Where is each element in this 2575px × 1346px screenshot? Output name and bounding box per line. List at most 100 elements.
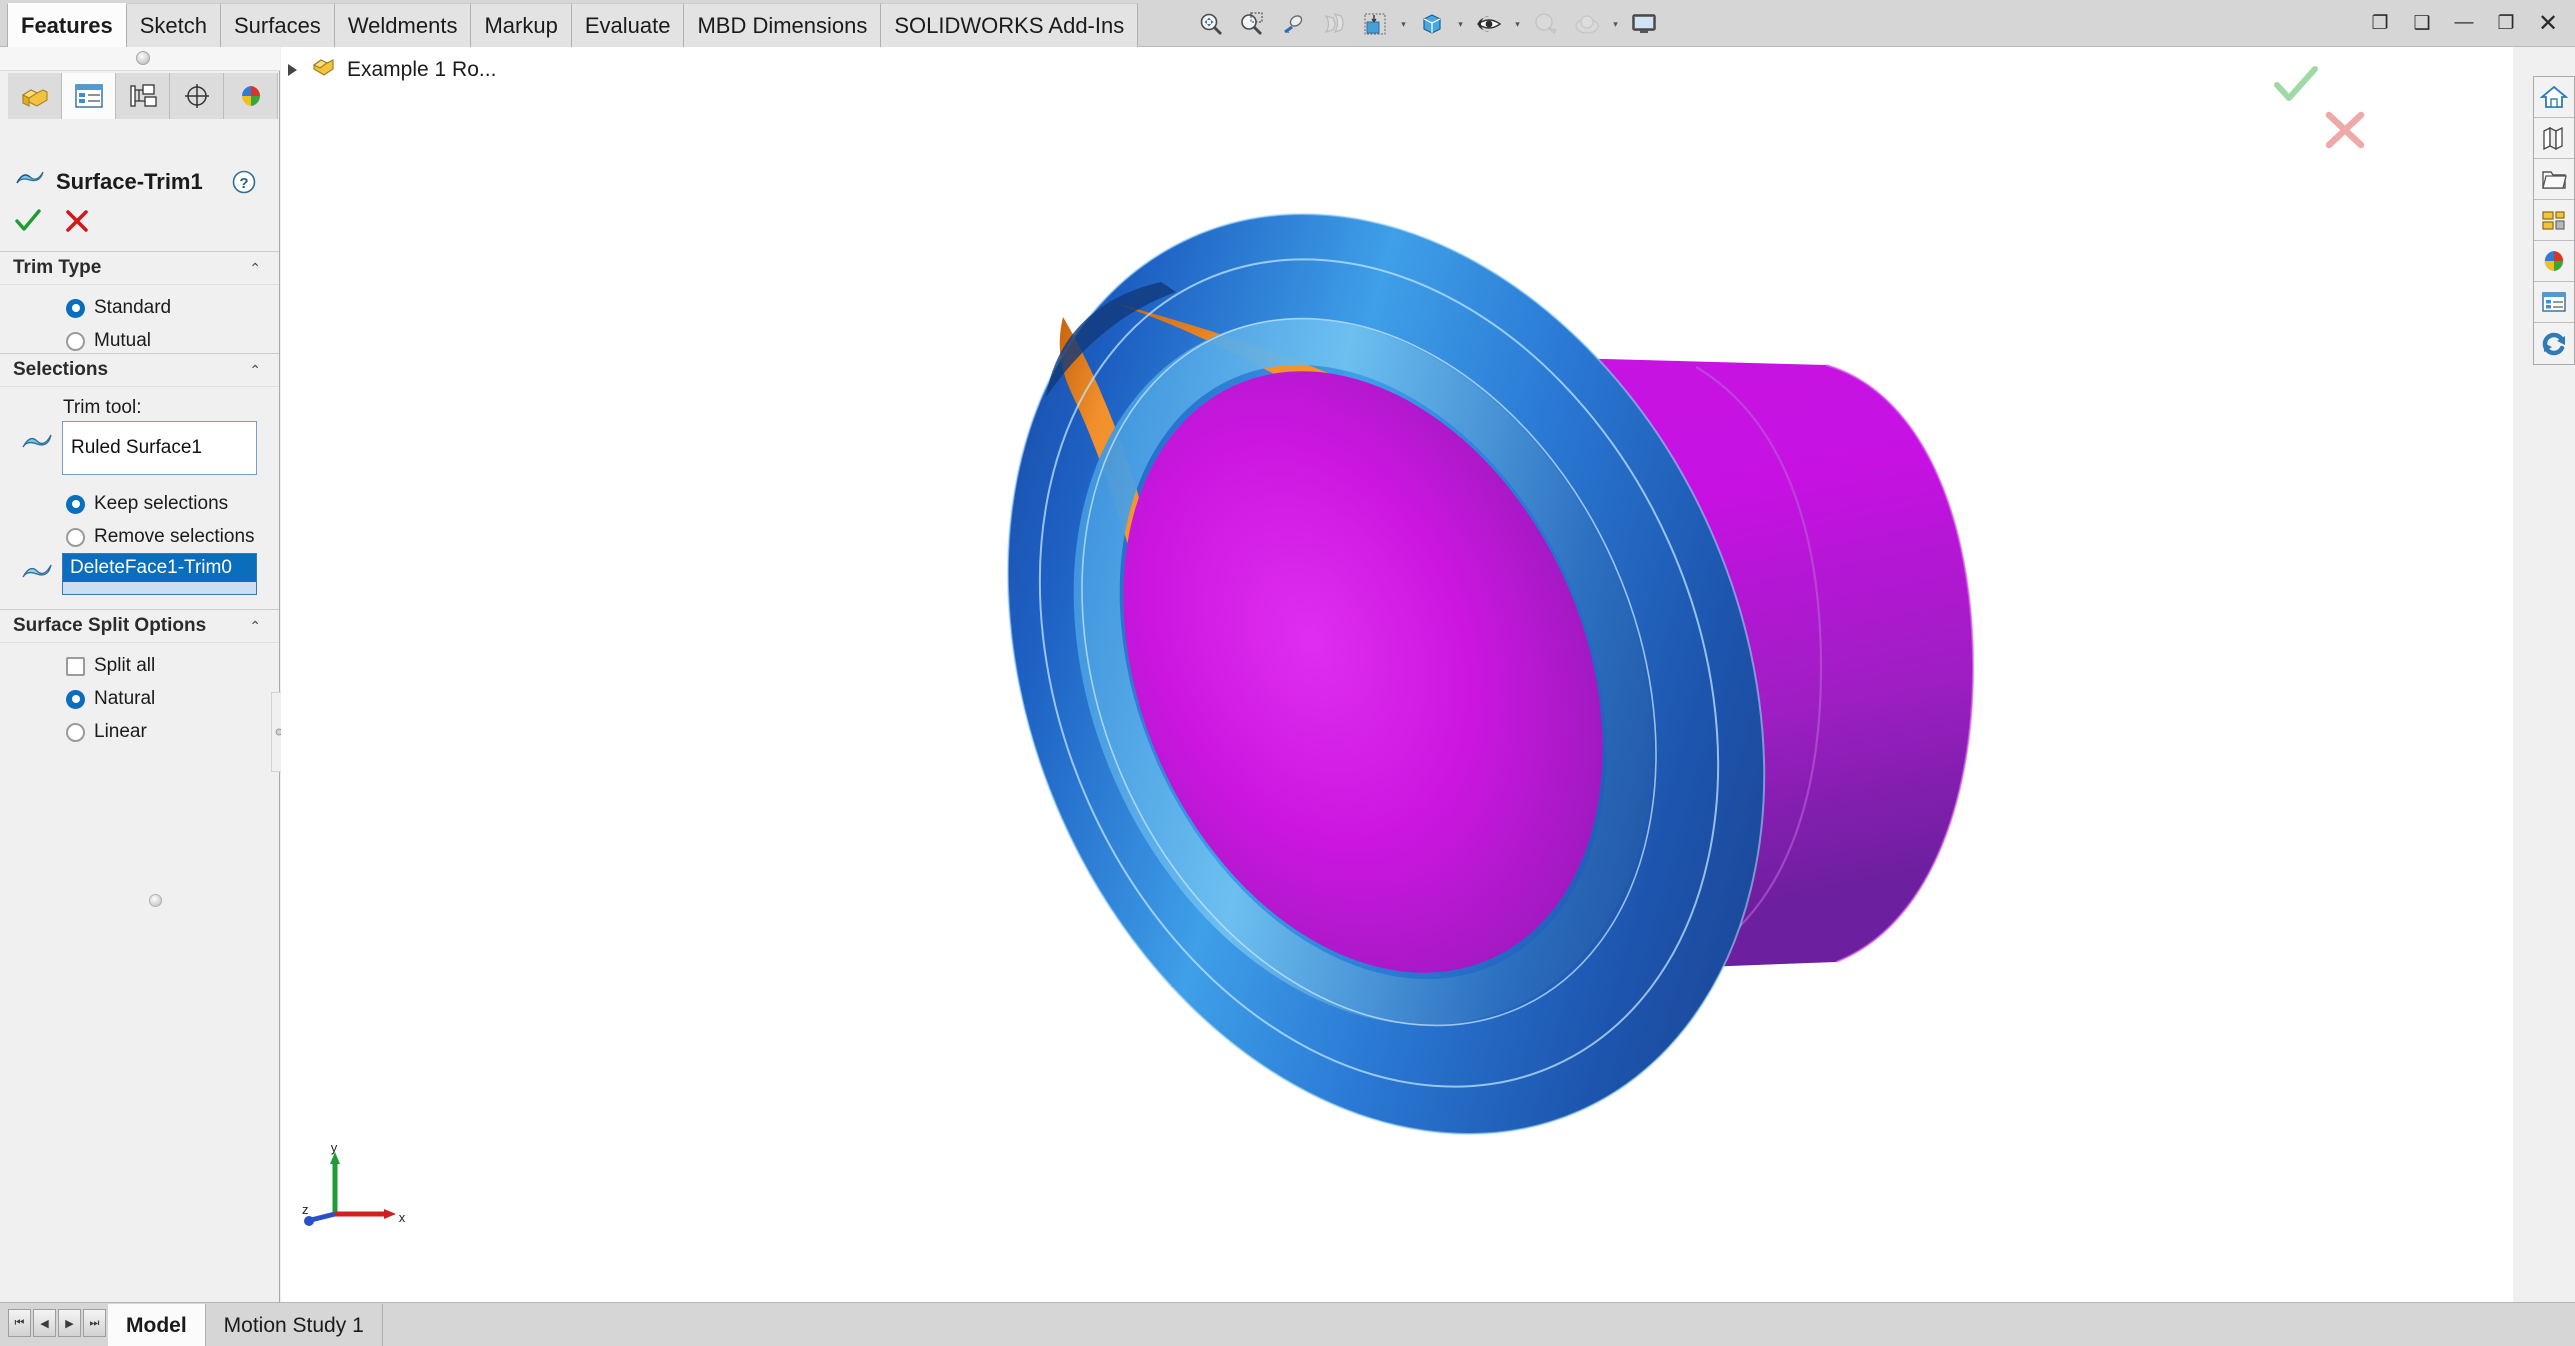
radio-mutual[interactable]: Mutual (66, 330, 279, 352)
display-style-icon[interactable] (1413, 5, 1451, 43)
chevron-down-icon[interactable]: ▾ (1454, 5, 1467, 43)
chevron-down-icon[interactable]: ▾ (1511, 5, 1524, 43)
previous-tab-button[interactable]: ◀ (33, 1309, 56, 1337)
faces-surface-icon (20, 559, 54, 589)
radio-indicator[interactable] (66, 689, 85, 709)
minimize-window-button[interactable]: — (2447, 6, 2481, 40)
radio-label: Keep selections (94, 493, 229, 514)
property-manager-panel: Surface-Trim1 ? Trim Type ⌃ Standard Mut… (0, 47, 288, 1302)
appearances-scenes-icon[interactable] (2534, 241, 2574, 282)
restore-panel-icon[interactable]: ❐ (2363, 6, 2397, 40)
radio-standard[interactable]: Standard (66, 297, 279, 319)
ribbon-tab-weldments[interactable]: Weldments (334, 3, 472, 47)
chevron-up-icon[interactable]: ⌃ (249, 362, 261, 379)
view-orientation-icon[interactable] (1356, 5, 1394, 43)
configuration-manager-tab[interactable] (116, 73, 170, 119)
section-title: Surface Split Options (13, 615, 207, 636)
close-window-button[interactable]: ✕ (2531, 6, 2565, 40)
view-palette-icon[interactable] (2534, 200, 2574, 241)
trim-tool-label: Trim tool: (63, 397, 142, 418)
checkbox-indicator[interactable] (66, 656, 85, 676)
next-tab-button[interactable]: ▶ (58, 1309, 81, 1337)
property-manager-tab[interactable] (62, 73, 116, 119)
ribbon-bar: Features Sketch Surfaces Weldments Markup Eva… (0, 0, 2575, 47)
trim-type-header[interactable]: Trim Type ⌃ (0, 251, 279, 285)
ribbon-tab-sketch[interactable]: Sketch (126, 3, 221, 47)
radio-remove-selections[interactable]: Remove selections (66, 526, 255, 548)
page-title: Surface-Trim1 (56, 169, 203, 194)
doc-tab-model[interactable]: Model (108, 1304, 206, 1346)
selected-face-item[interactable]: DeleteFace1-Trim0 (63, 554, 256, 582)
selections-header[interactable]: Selections ⌃ (0, 353, 279, 387)
design-library-icon[interactable] (2534, 118, 2574, 159)
checkbox-label: Split all (94, 655, 156, 676)
zoom-to-fit-icon[interactable] (1192, 5, 1230, 43)
view-triad: y x z (301, 1140, 411, 1234)
radio-label: Natural (94, 688, 156, 709)
radio-indicator[interactable] (66, 527, 85, 547)
chevron-up-icon[interactable]: ⌃ (249, 260, 261, 277)
svg-text:x: x (399, 1210, 406, 1225)
hide-show-items-icon[interactable] (1470, 5, 1508, 43)
svg-text:?: ? (239, 175, 248, 192)
previous-view-icon[interactable] (1274, 5, 1312, 43)
zoom-to-area-icon[interactable] (1233, 5, 1271, 43)
custom-properties-icon[interactable] (2534, 282, 2574, 323)
trim-type-section: Trim Type ⌃ Standard Mutual (0, 251, 279, 352)
section-view-icon[interactable] (1315, 5, 1353, 43)
ribbon-tab-surfaces[interactable]: Surfaces (220, 3, 335, 47)
view-settings-icon[interactable] (1625, 5, 1663, 43)
trim-tool-input[interactable] (62, 421, 257, 475)
section-title: Trim Type (13, 257, 102, 278)
accept-checkmark-button[interactable] (14, 208, 42, 239)
resize-grip-icon[interactable] (149, 894, 162, 907)
graphics-area[interactable]: Example 1 Ro... y x z (281, 47, 2513, 1302)
model-3d-view[interactable] (281, 47, 2513, 1302)
manager-tab-strip (8, 73, 278, 119)
window-controls: ❐ ❑ — ❐ ✕ (2363, 4, 2565, 42)
surface-split-options-header[interactable]: Surface Split Options ⌃ (0, 609, 279, 643)
svg-text:y: y (331, 1144, 338, 1155)
help-question-icon[interactable]: ? (231, 169, 257, 195)
cancel-x-button[interactable] (64, 208, 90, 239)
dimxpert-manager-tab[interactable] (170, 73, 224, 119)
display-manager-tab[interactable] (224, 73, 278, 119)
ribbon-tab-list: Features Sketch Surfaces Weldments Markup Eva… (7, 3, 1139, 47)
radio-label: Mutual (94, 330, 152, 351)
ribbon-tab-evaluate[interactable]: Evaluate (571, 3, 685, 47)
splitter-grip-icon[interactable] (136, 51, 150, 65)
radio-indicator[interactable] (66, 298, 85, 318)
bottom-strip: ⏮ ◀ ▶ ⏭ Model Motion Study 1 (0, 1302, 2575, 1346)
radio-indicator[interactable] (66, 331, 85, 351)
doc-tab-motion-study-1[interactable]: Motion Study 1 (205, 1304, 383, 1346)
trim-tool-surface-icon (20, 429, 54, 459)
chevron-up-icon[interactable]: ⌃ (249, 618, 261, 635)
chevron-down-icon[interactable]: ▾ (1397, 5, 1410, 43)
radio-linear[interactable]: Linear (66, 721, 279, 743)
faces-to-keep-listbox[interactable]: DeleteFace1-Trim0 (62, 553, 257, 595)
first-tab-button[interactable]: ⏮ (8, 1309, 31, 1337)
feature-manager-tab[interactable] (8, 73, 62, 119)
ok-cancel-bar (14, 207, 90, 239)
solidworks-resources-icon[interactable] (2534, 77, 2574, 118)
ribbon-tab-markup[interactable]: Markup (471, 3, 572, 47)
checkbox-split-all[interactable]: Split all (66, 655, 279, 677)
ribbon-tab-mbd-dimensions[interactable]: MBD Dimensions (684, 3, 882, 47)
ribbon-tab-features[interactable]: Features (7, 3, 127, 47)
chevron-down-icon[interactable]: ▾ (1609, 5, 1622, 43)
last-tab-button[interactable]: ⏭ (83, 1309, 106, 1337)
radio-indicator[interactable] (66, 494, 85, 514)
radio-keep-selections[interactable]: Keep selections (66, 493, 228, 515)
radio-natural[interactable]: Natural (66, 688, 279, 710)
svg-text:z: z (302, 1202, 309, 1217)
radio-label: Standard (94, 297, 172, 318)
panel-splitter[interactable] (0, 47, 280, 71)
ribbon-tab-solidworks-add-ins[interactable]: SOLIDWORKS Add-Ins (881, 3, 1139, 47)
restore-window-button[interactable]: ❐ (2489, 6, 2523, 40)
edit-appearance-icon[interactable] (1527, 5, 1565, 43)
solidworks-forum-icon[interactable] (2534, 323, 2574, 364)
radio-indicator[interactable] (66, 722, 85, 742)
maximize-panel-icon[interactable]: ❑ (2405, 6, 2439, 40)
apply-scene-icon[interactable] (1568, 5, 1606, 43)
file-explorer-icon[interactable] (2534, 159, 2574, 200)
